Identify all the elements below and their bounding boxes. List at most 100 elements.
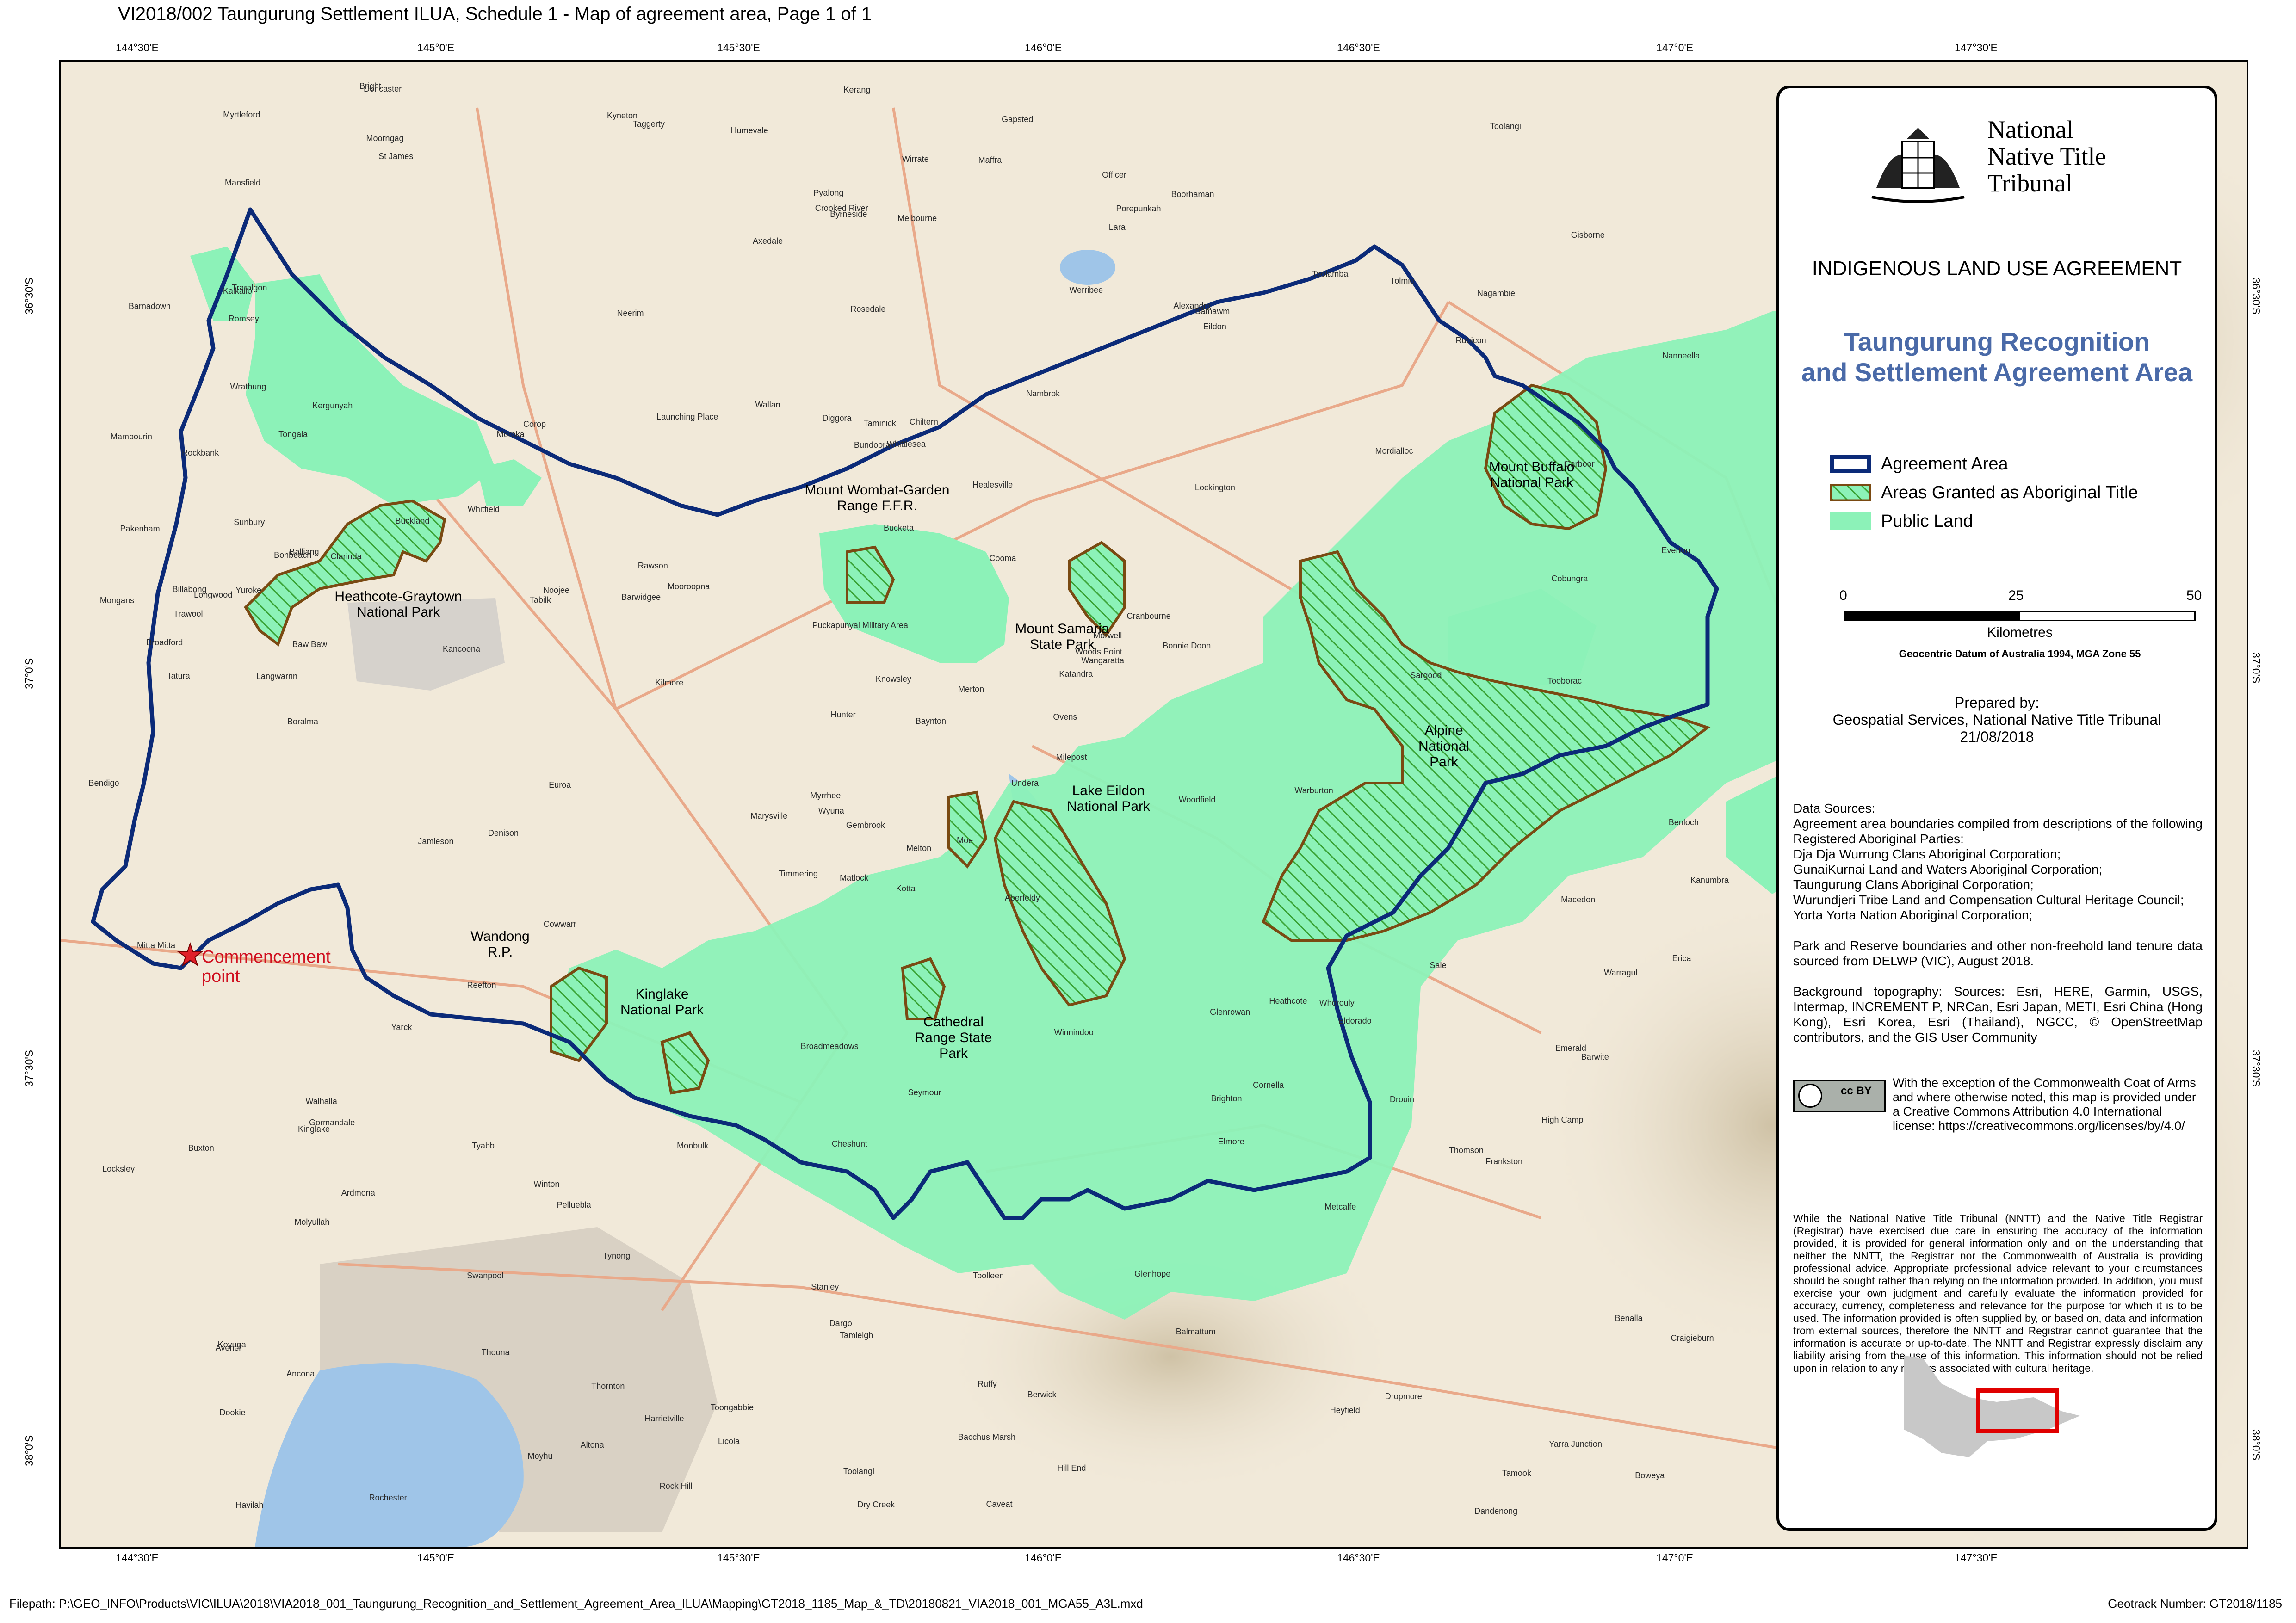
town-label: Benalla [1615, 1314, 1643, 1323]
town-label: Nagambie [1477, 289, 1515, 298]
legend-label-agreement: Agreement Area [1881, 454, 2008, 474]
town-label: Toolamba [1312, 269, 1349, 278]
town-label: Broadford [146, 637, 183, 647]
town-label: Undera [1011, 778, 1039, 788]
town-label: Langwarrin [256, 671, 297, 681]
town-label: Dry Creek [857, 1500, 895, 1510]
legend-swatch-public [1830, 512, 1871, 530]
graticule-label-bottom: 144°30'E [116, 1552, 159, 1564]
town-label: Bucketa [883, 523, 914, 532]
town-label: Doncaster [364, 84, 402, 94]
town-label: Toolangi [843, 1466, 875, 1476]
prepared-date: 21/08/2018 [1960, 728, 2034, 745]
town-label: Rosedale [850, 304, 886, 314]
town-label: Walhalla [305, 1096, 337, 1106]
town-label: Billabong [172, 584, 207, 594]
town-label: Moroka [496, 429, 525, 439]
town-label: Matlock [840, 873, 869, 883]
town-label: Rock Hill [659, 1481, 693, 1491]
town-label: Avenel [215, 1343, 241, 1353]
town-label: Knowsley [875, 674, 911, 684]
town-label: Sale [1430, 961, 1447, 970]
town-label: Seymour [908, 1087, 941, 1097]
footer-filepath: Filepath: P:\GEO_INFO\Products\VIC\ILUA\… [9, 1597, 1143, 1611]
town-label: Healesville [972, 480, 1013, 489]
town-label: Romsey [228, 314, 259, 323]
town-label: Yuroke [235, 586, 262, 595]
data-sources-party: Dja Dja Wurrung Clans Aboriginal Corpora… [1793, 847, 2061, 861]
graticule-label-top: 146°0'E [1025, 42, 1062, 54]
graticule-label-right: 38°0'S [2250, 1429, 2262, 1461]
town-label: High Camp [1541, 1115, 1584, 1124]
town-label: Myrrhee [810, 790, 841, 800]
town-label: Baynton [915, 716, 946, 726]
town-label: Myrtleford [223, 110, 260, 120]
town-label: Tamook [1502, 1468, 1531, 1478]
scale-tick-0: 0 [1839, 588, 1847, 603]
town-label: Carboor [1564, 459, 1595, 469]
town-label: Woods Point [1075, 647, 1122, 656]
town-label: Aberfeldy [1004, 893, 1040, 903]
town-label: Stanley [811, 1282, 839, 1292]
town-label: Corop [523, 419, 546, 429]
town-label: Heyfield [1330, 1406, 1360, 1415]
ilua-heading: INDIGENOUS LAND USE AGREEMENT [1812, 257, 2182, 280]
town-label: Kerang [843, 85, 871, 95]
town-label: Toolleen [973, 1271, 1004, 1281]
town-label: Tyabb [471, 1141, 495, 1150]
town-label: Broadmeadows [800, 1041, 859, 1051]
town-label: Lockington [1194, 482, 1235, 492]
park-label-wombat: Mount Wombat-Garden Range F.F.R. [805, 482, 950, 513]
town-label: Cheshunt [832, 1139, 868, 1149]
town-label: Molyullah [294, 1217, 330, 1227]
town-label: Whitfield [467, 504, 500, 514]
town-label: Monbulk [677, 1141, 709, 1150]
town-label: Gapsted [1002, 114, 1034, 124]
town-label: Merton [958, 684, 984, 694]
town-label: Wyuna [818, 806, 844, 815]
graticule-label-bottom: 145°30'E [717, 1552, 760, 1564]
town-label: Kanumbra [1690, 876, 1729, 885]
town-label: Pyalong [813, 188, 844, 197]
town-label: Tabilk [529, 595, 551, 605]
coat-of-arms-icon [1871, 128, 1965, 203]
town-label: Ovens [1053, 712, 1077, 722]
town-label: Rubicon [1455, 335, 1486, 345]
graticule-label-top: 145°30'E [717, 42, 760, 54]
town-label: Warburton [1294, 785, 1333, 795]
town-label: Dandenong [1474, 1506, 1518, 1516]
cc-by-icon: cc BY [1793, 1080, 1886, 1112]
town-label: Wangaratta [1081, 656, 1124, 666]
graticule-label-bottom: 147°30'E [1955, 1552, 1998, 1564]
cc-badge-text: cc BY [1841, 1085, 1872, 1097]
town-label: Barnadown [128, 301, 171, 311]
legend-agreement-area: Agreement Area [1830, 454, 2008, 474]
town-label: Eldorado [1338, 1016, 1372, 1025]
data-sources-party: Taungurung Clans Aboriginal Corporation; [1793, 877, 2034, 892]
town-label: Cranbourne [1126, 611, 1171, 621]
town-label: Thoona [481, 1347, 510, 1357]
town-label: Thornton [591, 1381, 625, 1391]
town-label: St James [378, 152, 414, 161]
legend-public-land: Public Land [1830, 511, 1973, 531]
legend-swatch-hatch [1830, 484, 1871, 501]
data-sources-intro: Agreement area boundaries compiled from … [1793, 816, 2203, 846]
graticule-label-top: 147°30'E [1955, 42, 1998, 54]
legend-label-public: Public Land [1881, 511, 1973, 531]
town-label: Mitta Mitta [137, 941, 176, 950]
graticule-label-top: 146°30'E [1337, 42, 1380, 54]
town-label: Moe [957, 836, 973, 845]
town-label: Everton [1661, 546, 1690, 555]
town-label: Alexandra [1173, 301, 1211, 310]
graticule-label-bottom: 146°0'E [1025, 1552, 1062, 1564]
town-label: Mooroopna [668, 582, 710, 592]
town-label: Bendigo [88, 778, 119, 788]
tribunal-line-1: National [1987, 116, 2073, 143]
graticule-label-bottom: 147°0'E [1656, 1552, 1694, 1564]
town-label: Tamleigh [840, 1331, 873, 1340]
town-label: Clarinda [330, 552, 362, 562]
town-label: Werribee [1069, 285, 1103, 295]
town-label: Ancona [286, 1369, 315, 1378]
town-label: Mambourin [110, 432, 152, 441]
town-label: Puckapunyal Military Area [812, 621, 908, 630]
